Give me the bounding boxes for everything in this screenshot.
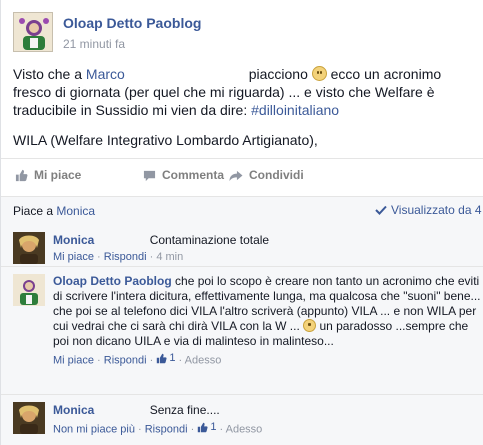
comment-divider [1,266,483,267]
comment-divider [1,394,483,395]
hashtag-link[interactable]: #dilloinitaliano [251,102,339,118]
likes-summary-bar: Piace a Monica Visualizzato da 4 [1,196,483,222]
post-paragraph-2: WILA (Welfare Integrativo Lombardo Artig… [13,132,318,148]
comment-reply-link[interactable]: Rispondi [104,355,147,367]
comment-content: Oloap Detto Paoblog che poi lo scopo è c… [53,274,483,349]
redacted-name [125,65,245,79]
share-button[interactable]: Condividi [229,168,304,182]
comment-timestamp[interactable]: Adesso [226,424,263,436]
comment-like-count[interactable]: 1 [156,351,175,365]
post-action-bar: Mi piace Commenta Condividi [1,158,483,192]
commenter-avatar[interactable] [13,274,45,306]
post-author-name[interactable]: Oloap Detto Paoblog [63,15,201,31]
smile-emoji-icon [303,319,317,332]
comment-reply-link[interactable]: Rispondi [145,424,188,436]
comment-button[interactable]: Commenta [143,168,224,182]
comment-unlike-link[interactable]: Non mi piace più [53,424,135,436]
commenter-avatar[interactable] [13,402,45,434]
comment-reply-link[interactable]: Rispondi [104,251,147,263]
comment-content: Monica Contaminazione totale [53,232,483,248]
comment-meta: Mi piace · Rispondi · 4 min [53,251,184,263]
facebook-post-card: Oloap Detto Paoblog 21 minuti fa Visto c… [0,0,483,445]
comment-like-count[interactable]: 1 [197,420,216,434]
post-timestamp[interactable]: 21 minuti fa [63,37,125,51]
comment-like-count-value: 1 [210,421,217,433]
like-button-label: Mi piace [34,168,82,182]
comment-like-link[interactable]: Mi piace [53,355,94,367]
comment-meta: Non mi piace più · Rispondi · 1 · Adesso [53,420,263,436]
likes-summary: Piace a Monica [13,203,147,218]
post-body: Visto che a Marco piacciono ecco un acro… [13,65,475,161]
comment-timestamp[interactable]: 4 min [156,251,183,263]
comment-button-label: Commenta [162,168,225,182]
redacted-name [95,203,147,215]
comment-meta: Mi piace · Rispondi · 1 · Adesso [53,351,222,367]
commenter-name-link[interactable]: Monica [53,233,94,247]
comment-content: Monica Senza fine.... [53,402,483,418]
share-button-label: Condividi [249,168,304,182]
commenter-name-link[interactable]: Monica [53,403,94,417]
comment-body: Monica Senza fine.... Non mi piace più ·… [53,402,483,437]
comments-section: Monica Contaminazione totale Mi piace · … [1,222,483,445]
thumbs-up-icon [157,353,167,363]
comment-text: Senza fine.... [149,403,220,417]
share-arrow-icon [229,170,243,181]
seen-by-label: Visualizzato da 4 [391,203,482,217]
commenter-name-link[interactable]: Oloap Detto Paoblog [53,274,172,288]
post-paragraph-1: Visto che a Marco piacciono ecco un acro… [13,65,475,119]
comment-like-link[interactable]: Mi piace [53,251,94,263]
thumbs-up-icon [15,169,28,181]
liker-name-link[interactable]: Monica [56,204,95,218]
commenter-avatar[interactable] [13,232,45,264]
thumbs-up-icon [198,422,208,432]
comment-like-count-value: 1 [169,352,176,364]
like-button[interactable]: Mi piace [15,168,81,182]
checkmark-icon [375,205,387,215]
mentioned-user-link[interactable]: Marco [86,66,125,82]
redacted-name [94,402,146,414]
comment-timestamp[interactable]: Adesso [185,355,222,367]
comment-text: Contaminazione totale [149,233,270,247]
comment-icon [143,170,156,181]
post-text-segment: piacciono [244,66,312,82]
smile-emoji-icon [311,66,327,81]
post-text-segment: Visto che a [13,66,86,82]
seen-by-indicator[interactable]: Visualizzato da 4 [375,203,482,217]
author-avatar[interactable] [13,12,53,52]
redacted-name [94,232,146,244]
comment-body: Oloap Detto Paoblog che poi lo scopo è c… [53,274,483,368]
likes-prefix: Piace a [13,204,57,218]
comment-body: Monica Contaminazione totale Mi piace · … [53,232,483,264]
